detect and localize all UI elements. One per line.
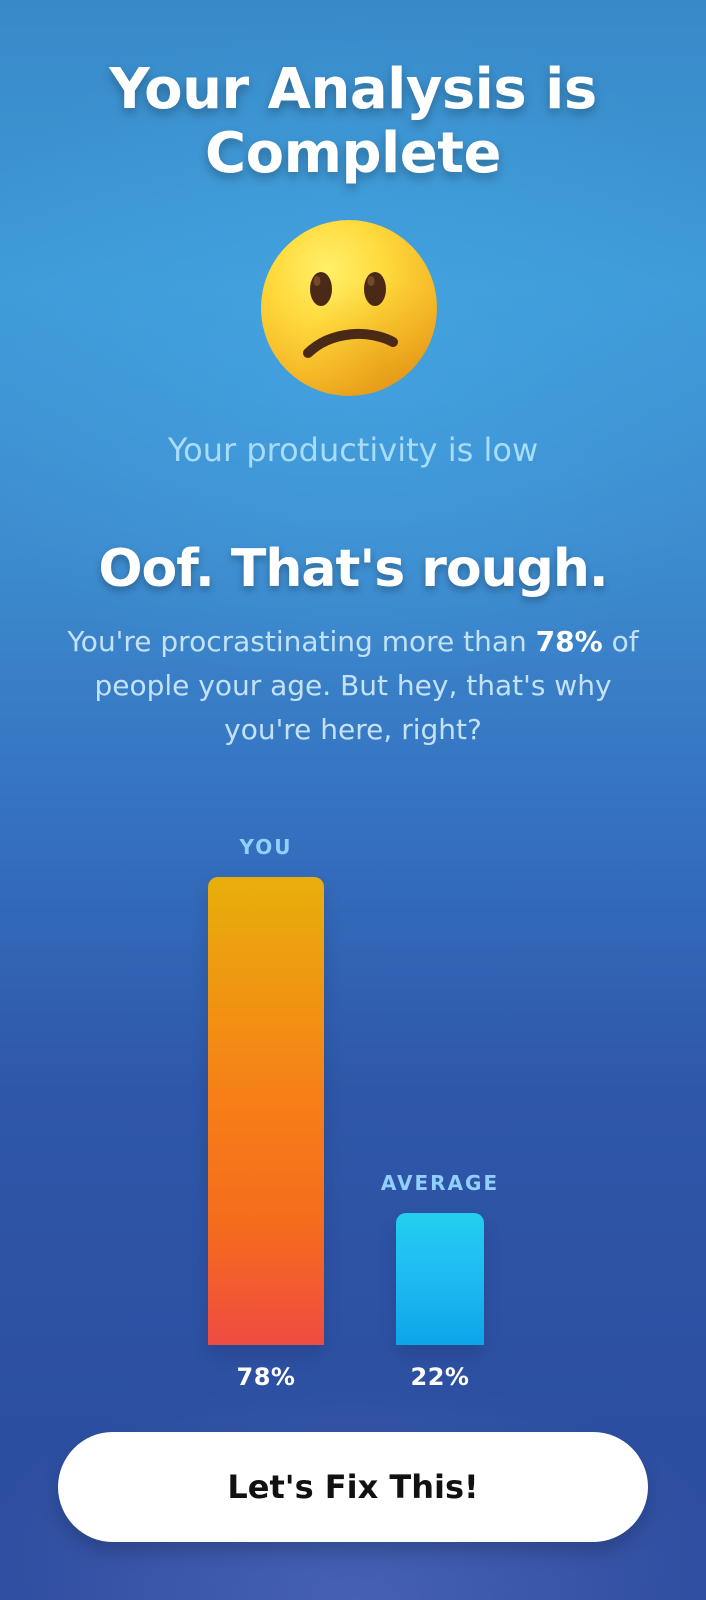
you-bar: [208, 877, 324, 1345]
page-title: Your Analysis is Complete: [109, 57, 597, 186]
average-value-label: 22%: [410, 1363, 470, 1391]
average-label: AVERAGE: [380, 1171, 500, 1195]
you-label: YOU: [239, 835, 293, 859]
confused-face-icon: [254, 218, 450, 404]
productivity-status-text: Your productivity is low: [167, 431, 539, 469]
average-bar: [396, 1213, 484, 1345]
description-highlight: 78%: [535, 625, 603, 658]
lets-fix-this-button[interactable]: Let's Fix This!: [58, 1432, 648, 1542]
you-value-label: 78%: [236, 1363, 296, 1391]
comparison-chart: YOU 78% AVERAGE 22%: [0, 820, 706, 1400]
analysis-result-screen: Your Analysis is Complete Your productiv…: [0, 0, 706, 1600]
description-part-1: You're procrastinating more than: [67, 625, 536, 658]
description-text: You're procrastinating more than 78% of …: [52, 620, 654, 752]
headline-text: Oof. That's rough.: [98, 539, 608, 599]
